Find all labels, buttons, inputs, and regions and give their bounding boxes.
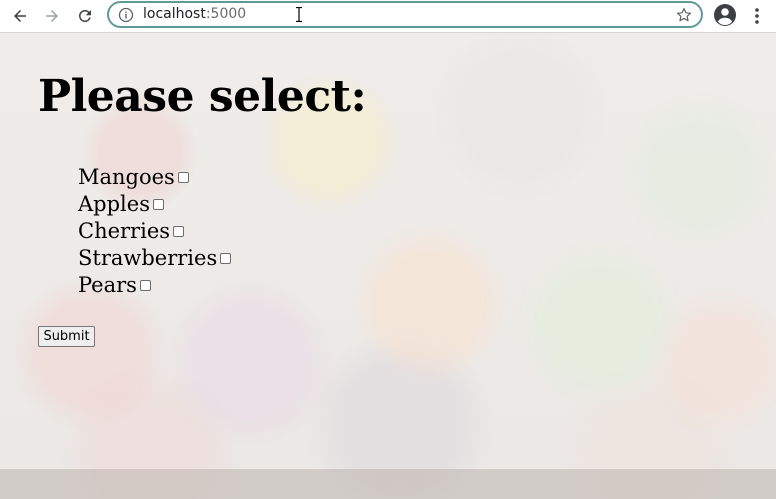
fruit-options-list: Mangoes Apples Cherries Strawberries Pea… <box>78 163 232 298</box>
option-label: Strawberries <box>78 245 218 270</box>
text-cursor-icon <box>296 7 302 22</box>
background-bottom-strip <box>0 469 776 499</box>
pears-checkbox[interactable] <box>139 280 151 291</box>
apples-checkbox[interactable] <box>152 199 164 210</box>
option-label: Cherries <box>78 218 171 243</box>
option-cherries: Cherries <box>78 217 231 244</box>
page-viewport: Please select: Mangoes Apples Cherries S… <box>0 33 776 499</box>
more-vert-icon[interactable] <box>750 6 764 26</box>
option-label: Apples <box>78 191 150 216</box>
option-strawberries: Strawberries <box>78 244 232 271</box>
arrow-right-icon <box>46 10 58 22</box>
strawberries-checkbox[interactable] <box>220 253 232 264</box>
option-mangoes: Mangoes <box>78 163 231 190</box>
url-host: localhost <box>143 6 206 22</box>
page-title: Please select: <box>38 71 367 122</box>
cherries-checkbox[interactable] <box>173 226 185 237</box>
option-pears: Pears <box>78 271 231 298</box>
star-icon[interactable] <box>675 6 693 24</box>
arrow-left-icon <box>14 10 26 22</box>
option-apples: Apples <box>78 190 231 217</box>
address-bar[interactable]: localhost:5000 <box>107 1 703 28</box>
fruit-form: Please select: Mangoes Apples Cherries S… <box>38 71 367 347</box>
option-label: Mangoes <box>78 164 175 189</box>
url-text[interactable]: localhost:5000 <box>143 6 246 22</box>
browser-toolbar: localhost:5000 <box>0 0 776 33</box>
option-label: Pears <box>78 272 137 297</box>
info-icon[interactable] <box>118 7 134 23</box>
reload-button[interactable] <box>73 4 97 28</box>
account-circle-icon[interactable] <box>713 3 737 27</box>
forward-button[interactable] <box>40 4 64 28</box>
mangoes-checkbox[interactable] <box>177 172 189 183</box>
back-button[interactable] <box>8 4 32 28</box>
reload-icon <box>78 9 91 22</box>
submit-button[interactable]: Submit <box>38 326 95 347</box>
url-port: :5000 <box>205 6 247 22</box>
